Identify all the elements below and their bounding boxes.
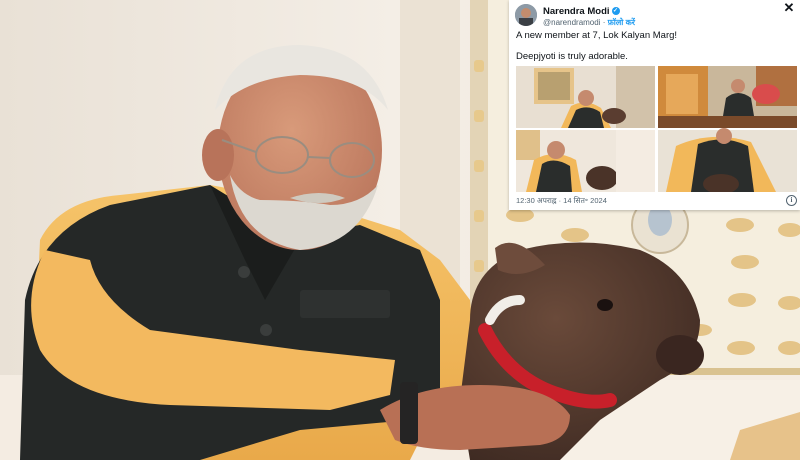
author-handle[interactable]: @narendramodi xyxy=(543,18,600,27)
ear xyxy=(202,129,234,181)
close-icon[interactable]: ✕ xyxy=(782,1,796,15)
calf-muzzle xyxy=(656,335,704,375)
tweet-photo-4 xyxy=(658,128,797,192)
author-name[interactable]: Narendra Modi xyxy=(543,6,610,17)
tweet-text-line1: A new member at 7, Lok Kalyan Marg! xyxy=(516,30,678,41)
author-avatar[interactable] xyxy=(515,4,537,26)
jacket-pocket xyxy=(300,290,390,318)
verified-badge-icon: ✓ xyxy=(611,7,620,16)
tweet-photo-1 xyxy=(516,66,655,128)
tweet-photo-3 xyxy=(516,130,655,192)
calf-eye xyxy=(597,299,613,311)
wrist-band xyxy=(400,382,418,444)
tweet-timestamp[interactable]: 12:30 अपराह्न · 14 सित॰ 2024 xyxy=(516,196,607,206)
tweet-header: Narendra Modi ✓ @narendramodi · फ़ॉलो करे… xyxy=(515,4,795,28)
tweet-text-line2: Deepjyoti is truly adorable. xyxy=(516,51,628,62)
tweet-photo-grid[interactable] xyxy=(516,66,797,192)
tweet-photo-2 xyxy=(658,66,797,128)
separator-dot: · xyxy=(602,18,606,27)
follow-button[interactable]: फ़ॉलो करें xyxy=(608,18,635,27)
jacket-button xyxy=(260,324,272,336)
author-handle-row: @narendramodi · फ़ॉलो करें xyxy=(543,17,635,28)
author-name-row[interactable]: Narendra Modi ✓ xyxy=(543,6,620,17)
jacket-button xyxy=(238,266,250,278)
info-icon[interactable]: i xyxy=(786,195,797,206)
tweet-card[interactable]: Narendra Modi ✓ @narendramodi · फ़ॉलो करे… xyxy=(509,0,800,210)
